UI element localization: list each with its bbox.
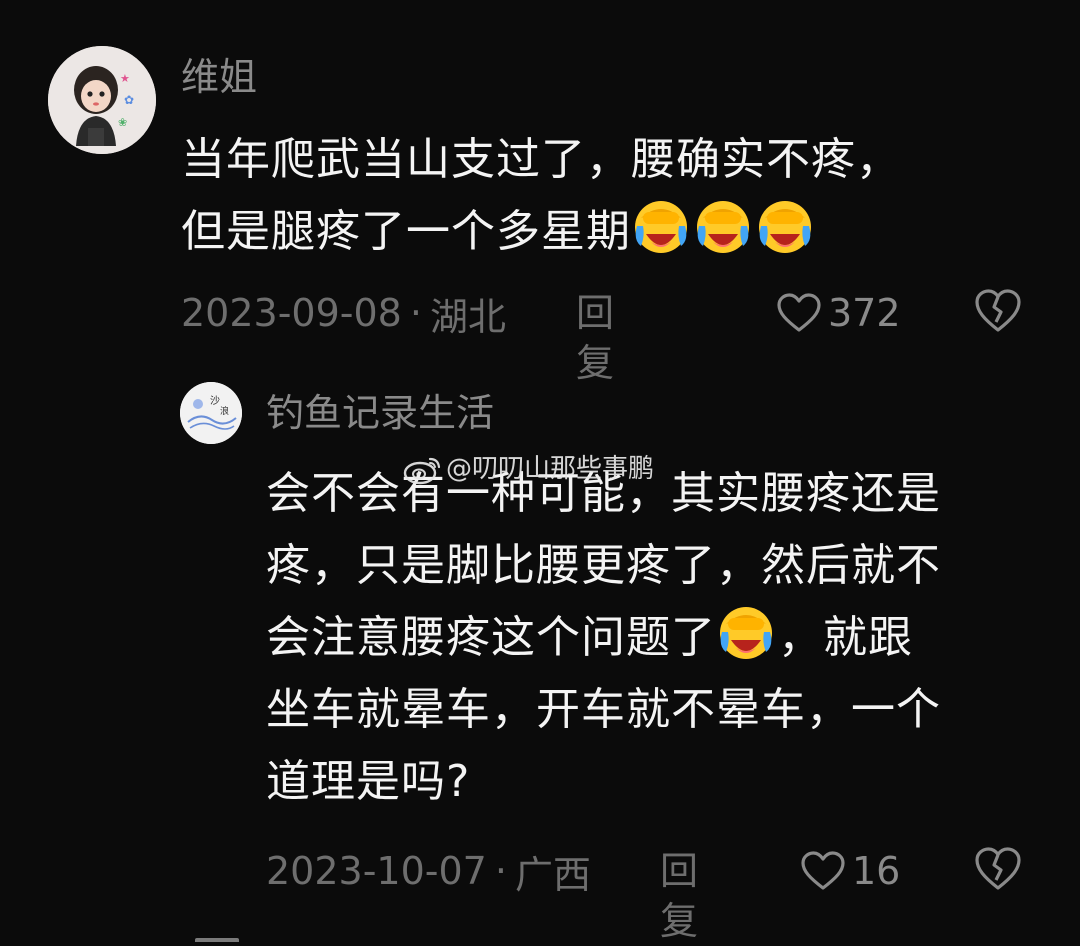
laughing-crying-emoji-icon — [635, 201, 687, 253]
meta-separator: · — [409, 291, 422, 335]
comment-location: 湖北 — [429, 294, 506, 339]
avatar[interactable]: ★ ✿ ❀ — [48, 46, 156, 154]
comment-text-line: 会注意腰疼这个问题了 ，就跟 — [266, 602, 1056, 674]
like-button[interactable]: 372 — [776, 288, 901, 338]
heart-icon — [801, 851, 845, 890]
svg-text:❀: ❀ — [118, 116, 127, 129]
comment-text-line: 疼，只是脚比腰更疼了，然后就不 — [266, 540, 941, 591]
reply-button[interactable]: 回复 — [576, 288, 614, 388]
comment-meta: 2023-09-08 · 湖北 — [181, 288, 506, 339]
comment-location: 广西 — [514, 852, 591, 897]
dislike-button[interactable] — [974, 288, 1022, 338]
laughing-crying-emoji-icon — [759, 201, 811, 253]
broken-heart-icon — [975, 847, 1021, 890]
comment-text-segment: ，就跟 — [778, 612, 913, 663]
username[interactable]: 钓鱼记录生活 — [266, 390, 494, 436]
comment-text: 当年爬武当山支过了，腰确实不疼， 但是腿疼了一个多星期 — [181, 124, 1041, 268]
comment-meta: 2023-10-07 · 广西 — [266, 846, 591, 897]
weibo-icon — [403, 457, 441, 485]
meta-separator: · — [494, 849, 507, 893]
avatar[interactable]: 沙 浪 — [180, 382, 242, 444]
like-button[interactable]: 16 — [800, 846, 900, 896]
comment-date: 2023-10-07 — [266, 849, 487, 893]
comment-text-segment: 会注意腰疼这个问题了 — [266, 612, 716, 663]
broken-heart-icon — [975, 289, 1021, 332]
laughing-crying-emoji-icon — [697, 201, 749, 253]
reply-button[interactable]: 回复 — [660, 846, 698, 946]
heart-icon — [777, 293, 821, 332]
comment-text-line: 道理是吗? — [266, 756, 471, 807]
comment-date: 2023-09-08 — [181, 291, 402, 335]
avatar-image: ★ ✿ ❀ — [48, 46, 156, 154]
watermark-text: @叨叨山那些事鹏 — [446, 454, 655, 484]
comment-text-line: 会不会有一种可能，其实腰疼还是 — [266, 468, 941, 519]
svg-text:★: ★ — [120, 72, 130, 85]
comment-text-segment: 但是腿疼了一个多星期 — [181, 206, 631, 257]
svg-text:✿: ✿ — [124, 93, 134, 107]
comment-text-line: 当年爬武当山支过了，腰确实不疼， — [181, 134, 901, 185]
next-avatar-edge — [195, 938, 239, 942]
comment-text-line: 坐车就晕车，开车就不晕车，一个 — [266, 684, 941, 735]
username[interactable]: 维姐 — [181, 54, 257, 100]
comment-text: 会不会有一种可能，其实腰疼还是 疼，只是脚比腰更疼了，然后就不 会注意腰疼这个问… — [266, 458, 1056, 818]
like-count: 16 — [852, 849, 901, 893]
comment-text-line: 但是腿疼了一个多星期 — [181, 196, 1041, 268]
svg-text:沙: 沙 — [210, 395, 220, 407]
dislike-button[interactable] — [974, 846, 1022, 896]
avatar-image: 沙 浪 — [180, 382, 242, 444]
watermark: @叨叨山那些事鹏 — [402, 452, 654, 486]
laughing-crying-emoji-icon — [720, 607, 772, 659]
like-count: 372 — [828, 291, 901, 335]
svg-text:浪: 浪 — [220, 405, 229, 417]
